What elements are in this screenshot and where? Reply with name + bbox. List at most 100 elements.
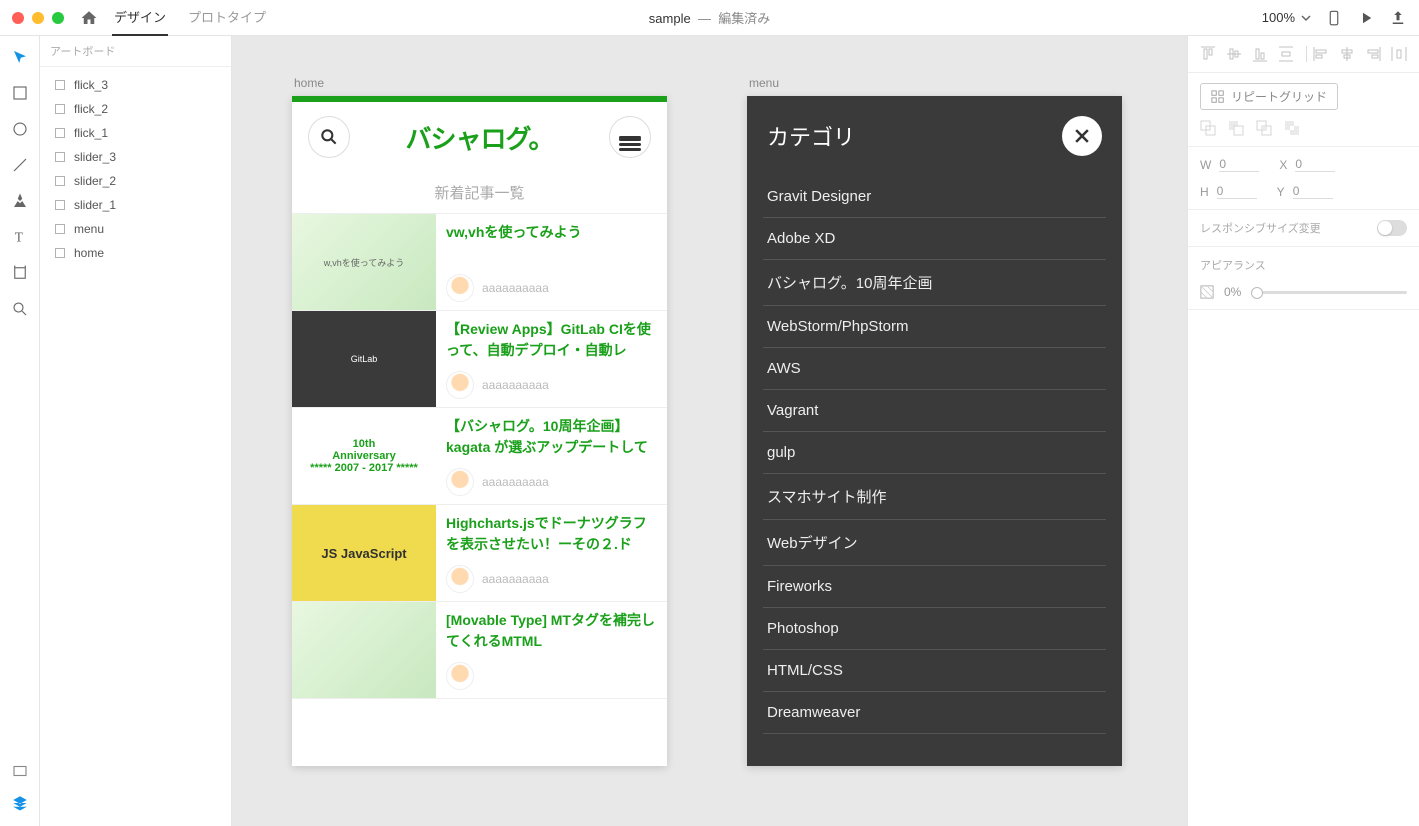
layer-item[interactable]: home: [40, 241, 231, 265]
article-thumbnail: JS JavaScript: [292, 505, 436, 601]
mode-tabs: デザイン プロトタイプ: [112, 0, 268, 36]
menu-item[interactable]: AWS: [763, 348, 1106, 390]
align-right-icon[interactable]: [1365, 46, 1381, 62]
text-tool-icon[interactable]: T: [11, 228, 29, 246]
article-title: 【Review Apps】GitLab CIを使って、自動デプロイ・自動レ: [446, 319, 657, 361]
device-preview-icon[interactable]: [1325, 9, 1343, 27]
avatar: [446, 371, 474, 399]
menu-item[interactable]: Webデザイン: [763, 520, 1106, 566]
artboard-icon: [54, 247, 66, 259]
opacity-slider[interactable]: [1251, 291, 1407, 294]
artboard-icon: [54, 151, 66, 163]
align-middle-icon[interactable]: [1226, 46, 1242, 62]
align-left-icon[interactable]: [1313, 46, 1329, 62]
article-thumbnail: GitLab: [292, 311, 436, 407]
align-row-2: [1313, 46, 1407, 62]
line-tool-icon[interactable]: [11, 156, 29, 174]
hamburger-icon: [619, 136, 641, 139]
pen-tool-icon[interactable]: [11, 192, 29, 210]
article-row[interactable]: GitLab【Review Apps】GitLab CIを使って、自動デプロイ・…: [292, 311, 667, 408]
home-icon[interactable]: [80, 9, 98, 27]
menu-item[interactable]: Photoshop: [763, 608, 1106, 650]
article-title: Highcharts.jsでドーナツグラフを表示させたい！ーその２.ド: [446, 513, 657, 555]
zoom-dropdown[interactable]: 100%: [1262, 10, 1311, 25]
menu-item[interactable]: Fireworks: [763, 566, 1106, 608]
align-center-icon[interactable]: [1339, 46, 1355, 62]
width-input[interactable]: [1219, 157, 1259, 172]
menu-item[interactable]: gulp: [763, 432, 1106, 474]
layer-item[interactable]: flick_1: [40, 121, 231, 145]
layers-panel: アートボード flick_3flick_2flick_1slider_3slid…: [40, 36, 232, 826]
artboard-tool-icon[interactable]: [11, 264, 29, 282]
artboard-label-home[interactable]: home: [292, 76, 667, 90]
layers-header: アートボード: [40, 36, 231, 67]
y-input[interactable]: [1293, 184, 1333, 199]
layers-list: flick_3flick_2flick_1slider_3slider_2sli…: [40, 67, 231, 271]
menu-item[interactable]: Adobe XD: [763, 218, 1106, 260]
layer-item[interactable]: flick_2: [40, 97, 231, 121]
responsive-label: レスポンシブサイズ変更: [1200, 220, 1321, 236]
align-top-icon[interactable]: [1200, 46, 1216, 62]
article-row[interactable]: w,vhを使ってみようvw,vhを使ってみようaaaaaaaaaa: [292, 214, 667, 311]
boolean-exclude-icon[interactable]: [1284, 120, 1300, 136]
layers-panel-icon[interactable]: [11, 794, 29, 812]
article-title: [Movable Type] MTタグを補完してくれるMTML: [446, 610, 657, 652]
menu-item[interactable]: HTML/CSS: [763, 650, 1106, 692]
align-row-1: [1200, 46, 1307, 62]
repeat-grid-button[interactable]: リピートグリッド: [1200, 83, 1338, 110]
top-right-actions: 100%: [1262, 9, 1407, 27]
menu-item[interactable]: スマホサイト制作: [763, 474, 1106, 520]
ellipse-tool-icon[interactable]: [11, 120, 29, 138]
search-button[interactable]: [308, 116, 350, 158]
menu-item[interactable]: Gravit Designer: [763, 176, 1106, 218]
distribute-v-icon[interactable]: [1278, 46, 1294, 62]
artboard-icon: [54, 79, 66, 91]
menu-item[interactable]: Dreamweaver: [763, 692, 1106, 734]
align-bottom-icon[interactable]: [1252, 46, 1268, 62]
menu-item[interactable]: Vagrant: [763, 390, 1106, 432]
distribute-h-icon[interactable]: [1391, 46, 1407, 62]
minimize-window-icon[interactable]: [32, 12, 44, 24]
artboard-icon: [54, 199, 66, 211]
article-thumbnail: [292, 602, 436, 698]
artboard-menu[interactable]: カテゴリ Gravit DesignerAdobe XDバシャログ。10周年企画…: [747, 96, 1122, 766]
boolean-intersect-icon[interactable]: [1256, 120, 1272, 136]
responsive-toggle[interactable]: [1377, 220, 1407, 236]
boolean-add-icon[interactable]: [1200, 120, 1216, 136]
rectangle-tool-icon[interactable]: [11, 84, 29, 102]
zoom-tool-icon[interactable]: [11, 300, 29, 318]
opacity-icon: [1200, 285, 1214, 299]
hamburger-button[interactable]: [609, 116, 651, 158]
maximize-window-icon[interactable]: [52, 12, 64, 24]
boolean-subtract-icon[interactable]: [1228, 120, 1244, 136]
canvas[interactable]: home バシャログ。 新着記事一覧 w,vhを使ってみようvw,vhを使ってみ…: [232, 36, 1187, 826]
x-input[interactable]: [1295, 157, 1335, 172]
article-row[interactable]: [Movable Type] MTタグを補完してくれるMTML: [292, 602, 667, 699]
artboard-icon: [54, 103, 66, 115]
svg-text:T: T: [14, 230, 23, 245]
play-icon[interactable]: [1357, 9, 1375, 27]
layer-item[interactable]: slider_1: [40, 193, 231, 217]
layer-item[interactable]: flick_3: [40, 73, 231, 97]
menu-item[interactable]: WebStorm/PhpStorm: [763, 306, 1106, 348]
layer-item[interactable]: menu: [40, 217, 231, 241]
close-window-icon[interactable]: [12, 12, 24, 24]
avatar: [446, 468, 474, 496]
menu-item[interactable]: バシャログ。10周年企画: [763, 260, 1106, 306]
layer-item[interactable]: slider_3: [40, 145, 231, 169]
assets-panel-icon[interactable]: [11, 762, 29, 780]
top-bar: デザイン プロトタイプ sample — 編集済み 100%: [0, 0, 1419, 36]
tab-design[interactable]: デザイン: [112, 0, 168, 36]
close-icon: [1072, 126, 1092, 146]
layer-item[interactable]: slider_2: [40, 169, 231, 193]
artboard-home[interactable]: バシャログ。 新着記事一覧 w,vhを使ってみようvw,vhを使ってみようaaa…: [292, 96, 667, 766]
height-input[interactable]: [1217, 184, 1257, 199]
repeat-grid-icon: [1211, 90, 1225, 104]
select-tool-icon[interactable]: [11, 48, 29, 66]
article-row[interactable]: JS JavaScriptHighcharts.jsでドーナツグラフを表示させた…: [292, 505, 667, 602]
close-button[interactable]: [1062, 116, 1102, 156]
artboard-label-menu[interactable]: menu: [747, 76, 1122, 90]
article-row[interactable]: 10th Anniversary ***** 2007 - 2017 *****…: [292, 408, 667, 505]
tab-prototype[interactable]: プロトタイプ: [186, 0, 268, 36]
share-icon[interactable]: [1389, 9, 1407, 27]
